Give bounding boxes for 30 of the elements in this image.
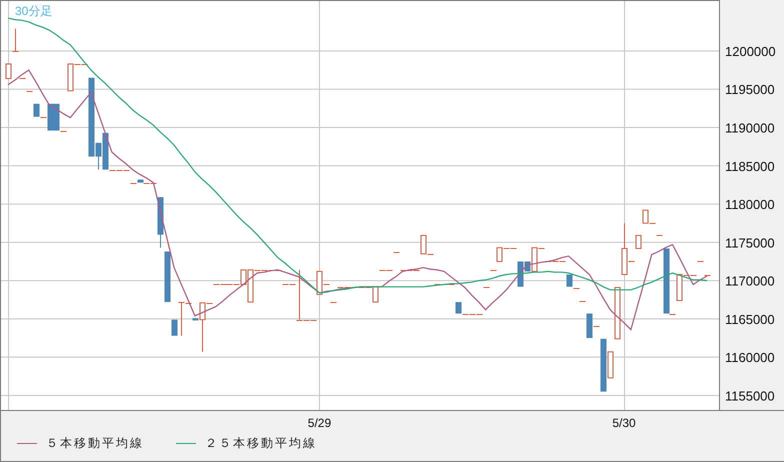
axis-label: 1180000 [725, 197, 775, 212]
candlestick [164, 252, 170, 302]
chart-title: 30分足 [15, 4, 52, 18]
axis-label: 5/29 [308, 416, 332, 430]
axis-label: 1160000 [725, 350, 775, 366]
candlestick [6, 63, 12, 80]
candlestick [19, 78, 26, 79]
candlestick [393, 252, 400, 253]
axis-label: 5/30 [612, 416, 636, 430]
axis-label: 1190000 [725, 120, 775, 136]
candlestick [12, 28, 19, 52]
legend-label: ２５本移動平均線 [205, 435, 317, 452]
axis-label: 1195000 [725, 82, 775, 98]
candlestick [26, 91, 33, 92]
axis-label: 1175000 [725, 235, 775, 250]
candlestick [483, 287, 490, 288]
candlestick [330, 302, 337, 303]
candlestick [656, 235, 663, 236]
axis-label: 1200000 [725, 44, 776, 59]
candlestick [490, 270, 497, 271]
axis-label: 1170000 [725, 274, 775, 289]
axis-label: 1185000 [725, 158, 775, 174]
axis-label: 1155000 [725, 388, 775, 404]
candlestick [697, 261, 704, 262]
legend-label: ５本移動平均線 [46, 435, 144, 452]
candlestick [579, 301, 586, 302]
candlestick [636, 234, 642, 249]
axis-label: 1165000 [725, 312, 775, 327]
candlestick [158, 196, 164, 248]
candlestick [614, 287, 620, 340]
